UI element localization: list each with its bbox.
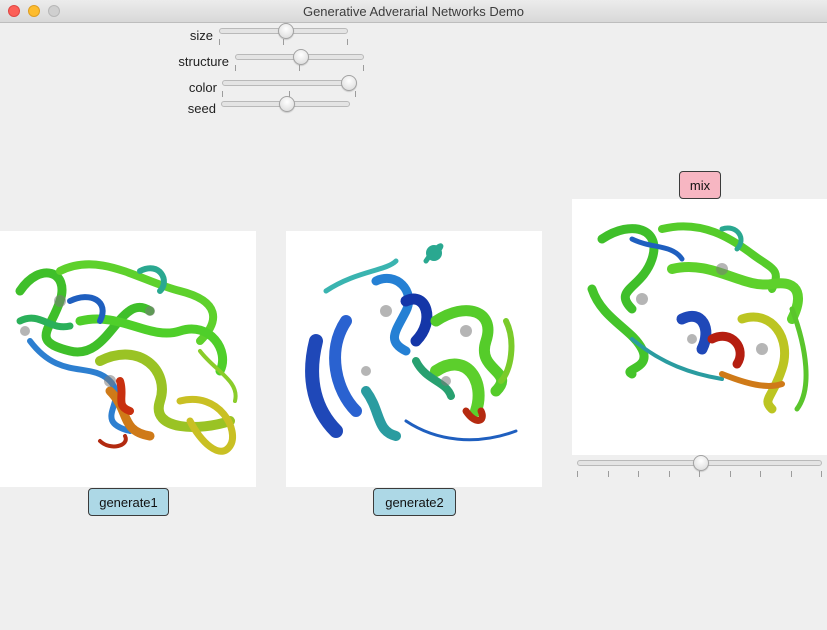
- slider-tick: [821, 471, 822, 477]
- color-label: color: [188, 80, 217, 95]
- generated-protein-image-1: [0, 231, 256, 487]
- slider-thumb[interactable]: [279, 96, 295, 112]
- slider-tick: [669, 471, 670, 477]
- slider-thumb[interactable]: [293, 49, 309, 65]
- slider-tick: [347, 39, 348, 45]
- slider-tick: [730, 471, 731, 477]
- slider-tick: [577, 471, 578, 477]
- slider-tick: [299, 65, 300, 71]
- generated-protein-image-2: [286, 231, 542, 487]
- title-bar: Generative Adverarial Networks Demo: [0, 0, 827, 23]
- slider-thumb[interactable]: [693, 455, 709, 471]
- mix-button[interactable]: mix: [679, 171, 721, 199]
- slider-tick: [760, 471, 761, 477]
- seed-label: seed: [187, 101, 216, 116]
- slider-tick: [283, 39, 284, 45]
- slider-tick: [355, 91, 356, 97]
- structure-slider[interactable]: [235, 49, 364, 73]
- size-slider[interactable]: [219, 23, 348, 47]
- generate1-button[interactable]: generate1: [88, 488, 169, 516]
- slider-tick: [608, 471, 609, 477]
- slider-track: [222, 80, 356, 86]
- slider-tick: [699, 471, 700, 477]
- structure-label: structure: [178, 54, 229, 69]
- mixed-protein-image: [572, 199, 827, 455]
- mix-slider[interactable]: [577, 455, 822, 479]
- generate2-button[interactable]: generate2: [373, 488, 456, 516]
- slider-tick: [638, 471, 639, 477]
- slider-thumb[interactable]: [341, 75, 357, 91]
- slider-tick: [791, 471, 792, 477]
- slider-thumb[interactable]: [278, 23, 294, 39]
- slider-tick: [235, 65, 236, 71]
- window-title: Generative Adverarial Networks Demo: [302, 4, 525, 19]
- seed-slider[interactable]: [221, 96, 350, 120]
- slider-tick: [363, 65, 364, 71]
- size-label: size: [189, 28, 213, 43]
- slider-tick: [219, 39, 220, 45]
